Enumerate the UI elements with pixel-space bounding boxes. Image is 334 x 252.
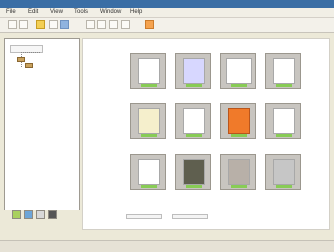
main-toolbar [0,18,334,33]
thumbnail-label-bar [231,185,247,188]
scroll-control[interactable] [172,214,208,219]
thumbnail-item[interactable] [175,53,211,89]
thumbnail-item[interactable] [130,154,166,190]
thumbnail-label-bar [276,134,292,137]
folder-icon[interactable] [25,63,33,68]
print-icon[interactable] [97,20,106,29]
thumbnail-item[interactable] [220,103,256,139]
thumbnail-item[interactable] [265,103,301,139]
thumbnail-item[interactable] [175,154,211,190]
thumbnail-view-icon[interactable] [60,20,69,29]
menu-bar: File Edit View Tools Window Help [0,8,334,18]
thumbnail-item[interactable] [220,53,256,89]
thumbnail-item[interactable] [265,154,301,190]
thumbnail-label-bar [186,84,202,87]
thumbnail-page [273,159,295,185]
thumbnail-label-bar [141,185,157,188]
thumbnail-item[interactable] [220,154,256,190]
copy-icon[interactable] [109,20,118,29]
thumbnail-page [183,108,205,134]
thumbnail-page [228,108,250,134]
thumbnail-item[interactable] [175,103,211,139]
view-icon[interactable] [49,20,58,29]
paste-icon[interactable] [121,20,130,29]
close-icon[interactable] [48,210,57,219]
delete-icon[interactable] [145,20,154,29]
menu-edit[interactable]: Edit [28,9,38,16]
menu-window[interactable]: Window [100,9,121,16]
thumbnail-label-bar [141,84,157,87]
thumbnail-item[interactable] [130,103,166,139]
thumbnail-page [183,159,205,185]
thumbnail-item[interactable] [130,53,166,89]
refresh-icon[interactable] [36,210,45,219]
thumbnail-label-bar [141,134,157,137]
thumbnail-label-bar [276,84,292,87]
thumbnail-page [228,159,250,185]
thumbnail-label-bar [186,134,202,137]
folder-icon[interactable] [36,20,45,29]
title-bar [0,0,334,8]
menu-help[interactable]: Help [130,9,142,16]
forward-icon[interactable] [19,20,28,29]
panel-controls [4,210,80,232]
thumbnail-page [273,58,295,84]
menu-tools[interactable]: Tools [74,9,88,16]
thumbnail-page [138,108,160,134]
scroll-control[interactable] [126,214,162,219]
thumbnail-page [226,58,252,84]
status-bar [0,240,334,252]
thumbnail-grid [82,38,330,230]
folder-tree-panel [4,38,80,230]
thumbnail-label-bar [231,134,247,137]
menu-file[interactable]: File [6,9,16,16]
thumbnail-label-bar [276,185,292,188]
folder-icon[interactable] [17,57,25,62]
add-icon[interactable] [12,210,21,219]
application-window: File Edit View Tools Window Help [0,0,334,252]
thumbnail-label-bar [231,84,247,87]
thumbnail-label-bar [186,185,202,188]
thumbnail-item[interactable] [265,53,301,89]
open-icon[interactable] [24,210,33,219]
menu-view[interactable]: View [50,9,63,16]
settings-icon[interactable] [86,20,95,29]
thumbnail-page [273,108,295,134]
thumbnail-page [138,58,160,84]
thumbnail-page [138,159,160,185]
thumbnail-page [183,58,205,84]
back-icon[interactable] [8,20,17,29]
